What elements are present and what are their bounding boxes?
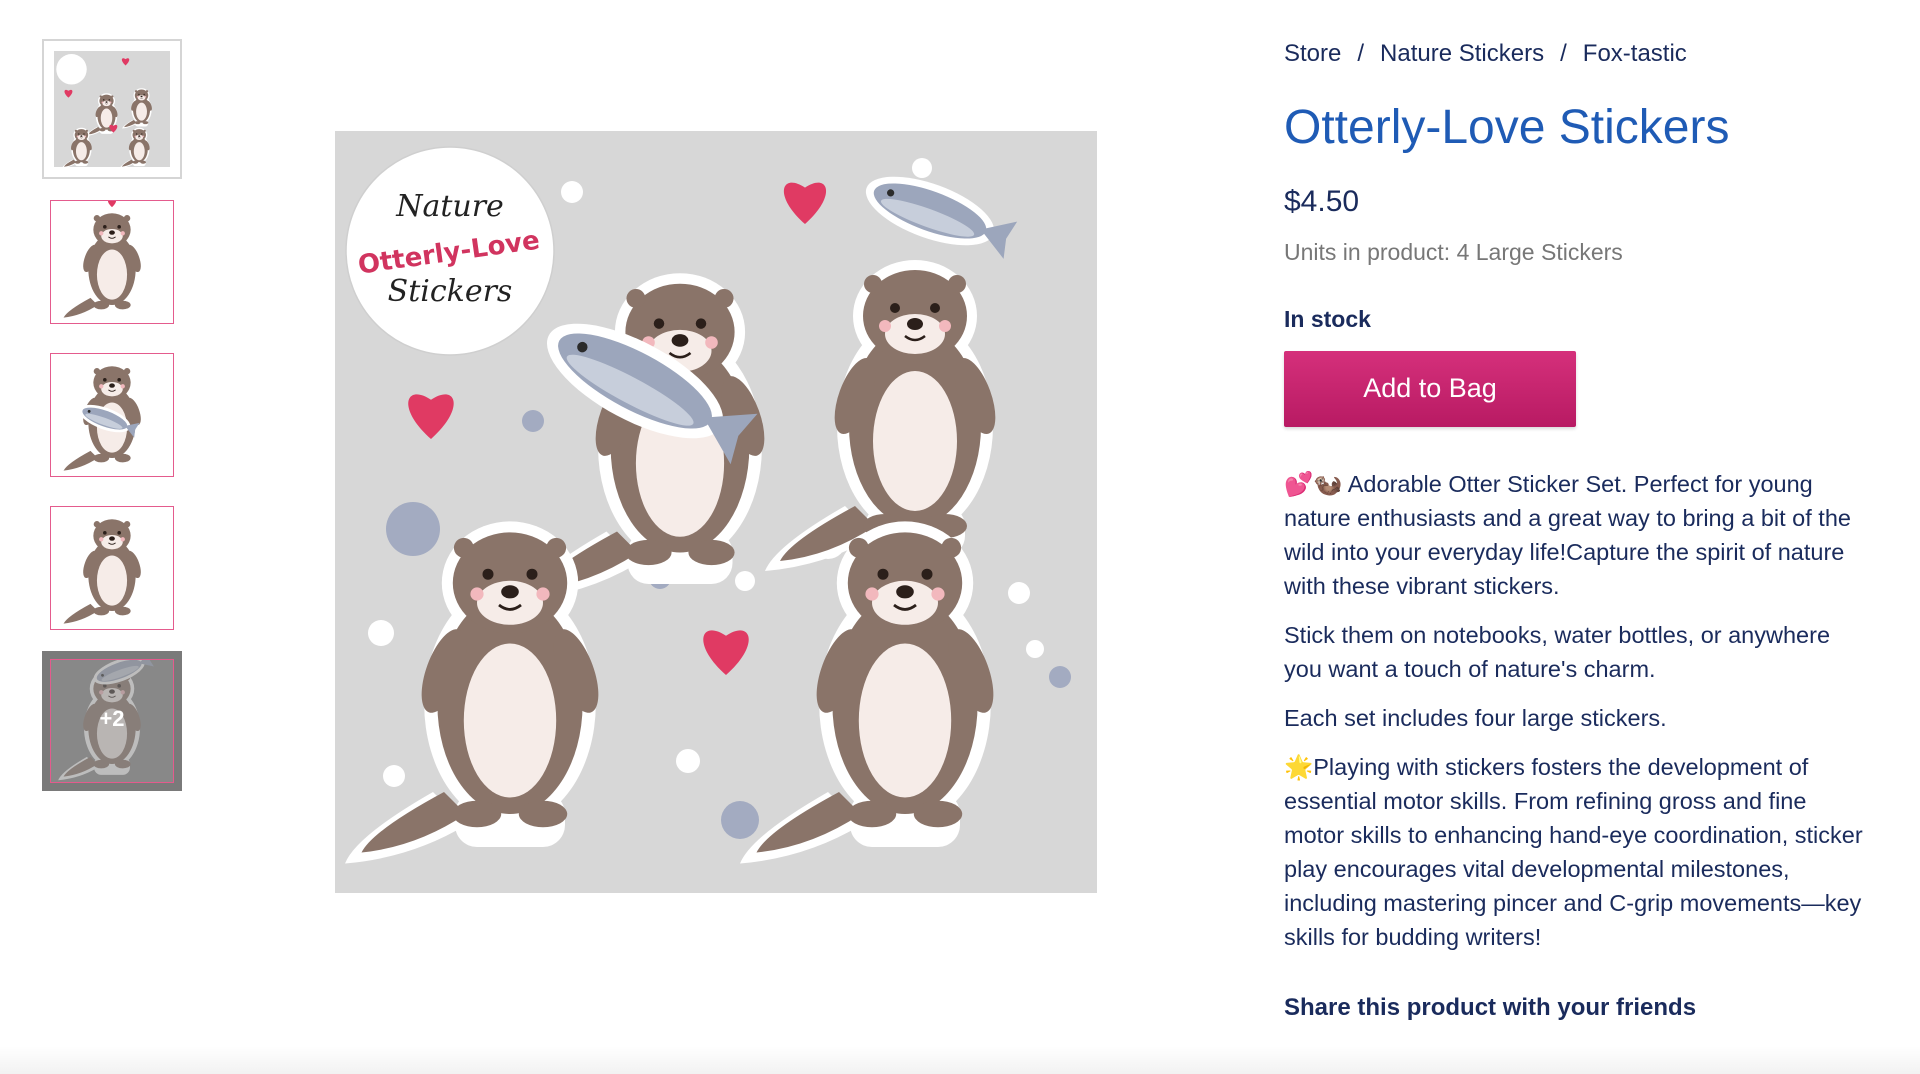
more-images-count: +2 [99, 706, 125, 731]
main-product-image[interactable]: Nature Otterly-Love Stickers [335, 131, 1097, 893]
breadcrumb-store[interactable]: Store [1284, 40, 1341, 67]
breadcrumb-separator: / [1560, 40, 1567, 67]
share-heading: Share this product with your friends [1284, 993, 1697, 1021]
thumbnail-4-image [57, 515, 145, 628]
thumbnail-2[interactable] [42, 192, 182, 332]
units-in-product: Units in product: 4 Large Stickers [1284, 238, 1623, 265]
stock-status: In stock [1284, 305, 1371, 332]
thumbnail-3[interactable] [42, 345, 182, 485]
description-paragraph: 🌟Playing with stickers fosters the devel… [1284, 753, 1863, 950]
product-title: Otterly-Love Stickers [1284, 101, 1730, 154]
product-price: $4.50 [1284, 184, 1360, 218]
thumbnail-4[interactable] [42, 498, 182, 638]
thumbnail-1[interactable] [42, 39, 182, 179]
breadcrumb-separator: / [1357, 40, 1365, 67]
description-paragraph: Each set includes four large stickers. [1284, 704, 1667, 731]
breadcrumb-current[interactable]: Fox-tastic [1583, 40, 1687, 67]
thumbnail-2-image [57, 199, 145, 322]
breadcrumb-category[interactable]: Nature Stickers [1380, 40, 1544, 67]
thumbnail-more[interactable]: +2 [42, 651, 182, 791]
thumbnail-3-image [57, 362, 145, 475]
product-description: 💕🦦 Adorable Otter Sticker Set. Perfect f… [1284, 467, 1864, 954]
description-paragraph: Stick them on notebooks, water bottles, … [1284, 621, 1831, 682]
product-illustration: Nature Otterly-Love Stickers [335, 131, 1097, 893]
breadcrumb: Store / Nature Stickers / Fox-tastic [1284, 40, 1864, 72]
thumbnail-1-image [54, 51, 170, 167]
add-to-bag-button[interactable]: Add to Bag [1284, 350, 1576, 427]
badge-line-3: Stickers [388, 274, 513, 309]
bottom-shadow [0, 1046, 1920, 1074]
description-paragraph: 💕🦦 Adorable Otter Sticker Set. Perfect f… [1284, 470, 1851, 599]
product-info: Store / Nature Stickers / Fox-tastic Otterly… [1284, 40, 1864, 1022]
badge-line-1: Nature [395, 189, 504, 224]
